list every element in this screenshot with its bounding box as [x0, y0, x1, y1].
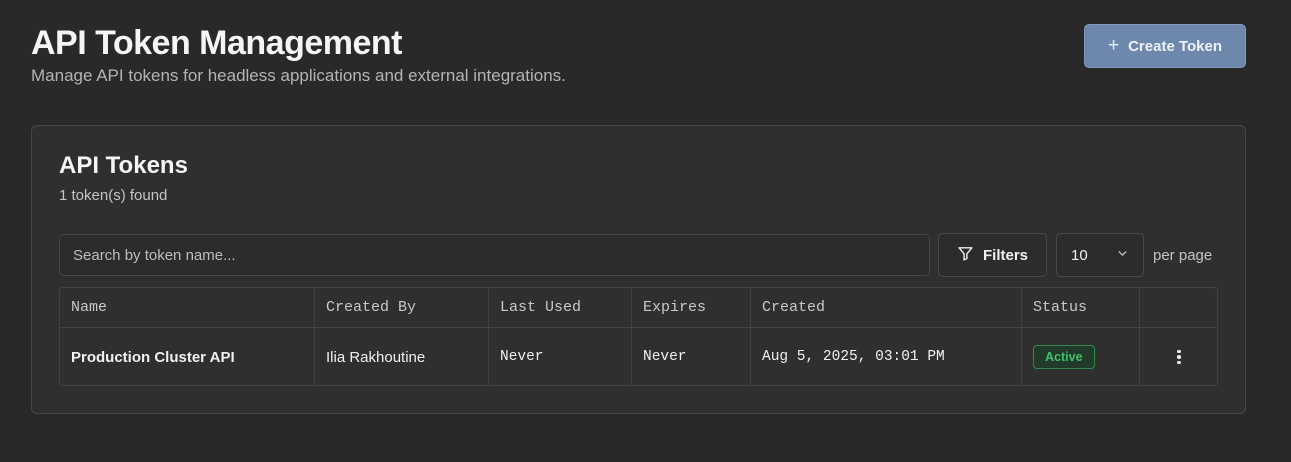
per-page-label: per page [1153, 247, 1213, 264]
token-last-used: Never [489, 328, 632, 386]
column-header-name[interactable]: Name [60, 288, 315, 327]
status-badge: Active [1033, 345, 1095, 369]
token-created: Aug 5, 2025, 03:01 PM [751, 328, 1022, 386]
status-cell: Active [1022, 328, 1140, 386]
token-expires: Never [632, 328, 751, 386]
per-page-select[interactable]: 10 [1056, 233, 1144, 277]
more-vertical-icon[interactable] [1171, 346, 1187, 369]
search-input[interactable] [59, 234, 930, 276]
token-created-by: Ilia Rakhoutine [315, 328, 489, 386]
column-header-created[interactable]: Created [751, 288, 1022, 327]
column-header-status[interactable]: Status [1022, 288, 1140, 327]
create-token-button[interactable]: + Create Token [1084, 24, 1246, 68]
table-row[interactable]: Production Cluster API Ilia Rakhoutine N… [60, 328, 1217, 386]
filters-label: Filters [982, 246, 1028, 264]
token-name: Production Cluster API [60, 328, 315, 386]
token-count: 1 token(s) found [59, 187, 168, 204]
row-actions-cell [1140, 328, 1218, 386]
column-header-created-by[interactable]: Created By [315, 288, 489, 327]
column-header-actions [1140, 288, 1218, 327]
column-header-expires[interactable]: Expires [632, 288, 751, 327]
tokens-table: Name Created By Last Used Expires Create… [59, 287, 1218, 386]
card-title: API Tokens [59, 152, 188, 179]
page-title: API Token Management [31, 24, 403, 62]
plus-icon: + [1107, 34, 1120, 56]
per-page-value: 10 [1071, 246, 1088, 264]
filters-button[interactable]: Filters [938, 233, 1047, 277]
chevron-down-icon [1116, 247, 1129, 264]
api-tokens-card: API Tokens 1 token(s) found Filters 10 p… [31, 125, 1246, 414]
column-header-last-used[interactable]: Last Used [489, 288, 632, 327]
create-token-label: Create Token [1128, 37, 1223, 55]
table-header-row: Name Created By Last Used Expires Create… [60, 288, 1217, 328]
page-subtitle: Manage API tokens for headless applicati… [31, 66, 566, 85]
filter-icon [957, 245, 974, 266]
